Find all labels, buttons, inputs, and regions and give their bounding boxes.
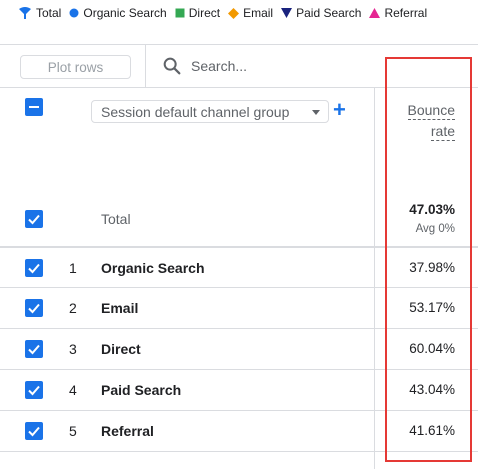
row-index: 3 bbox=[69, 341, 77, 357]
legend-label: Referral bbox=[384, 6, 428, 20]
toolbar-divider bbox=[145, 45, 146, 88]
legend-label: Total bbox=[36, 6, 62, 20]
row-channel-name[interactable]: Organic Search bbox=[101, 260, 205, 276]
chevron-down-icon bbox=[312, 110, 320, 115]
bounce-rate-highlight-box bbox=[385, 57, 472, 462]
row-index: 2 bbox=[69, 300, 77, 316]
triangle-down-icon bbox=[281, 8, 293, 18]
row-index: 5 bbox=[69, 423, 77, 439]
legend-label: Paid Search bbox=[296, 6, 362, 20]
legend-label: Email bbox=[243, 6, 274, 20]
legend-item-paid-search[interactable]: Paid Search bbox=[281, 6, 361, 20]
row-checkbox[interactable] bbox=[25, 299, 43, 317]
legend-item-email[interactable]: Email bbox=[228, 6, 273, 20]
legend-item-referral[interactable]: Referral bbox=[369, 6, 427, 20]
row-checkbox[interactable] bbox=[25, 340, 43, 358]
checkmark-icon bbox=[28, 263, 40, 274]
total-label: Total bbox=[101, 211, 131, 227]
checkmark-icon bbox=[28, 426, 40, 437]
dimension-dropdown-label: Session default channel group bbox=[101, 103, 290, 120]
row-channel-name[interactable]: Email bbox=[101, 300, 138, 316]
row-channel-name[interactable]: Direct bbox=[101, 341, 141, 357]
checkmark-icon bbox=[28, 344, 40, 355]
row-channel-name[interactable]: Referral bbox=[101, 423, 154, 439]
triangle-up-icon bbox=[369, 8, 381, 18]
diamond-icon bbox=[228, 7, 240, 19]
search-icon bbox=[163, 57, 181, 75]
circle-icon bbox=[69, 8, 79, 18]
checkmark-icon bbox=[28, 303, 40, 314]
row-index: 1 bbox=[69, 260, 77, 276]
legend-label: Direct bbox=[188, 6, 221, 20]
plot-rows-button[interactable]: Plot rows bbox=[20, 55, 131, 79]
square-icon bbox=[175, 8, 185, 18]
row-index: 4 bbox=[69, 382, 77, 398]
checkmark-icon bbox=[28, 385, 40, 396]
checkmark-icon bbox=[28, 214, 40, 225]
chart-legend: Total Organic Search Direct Email Paid S… bbox=[0, 0, 478, 26]
row-checkbox[interactable] bbox=[25, 422, 43, 440]
total-checkbox[interactable] bbox=[25, 210, 43, 228]
row-checkbox[interactable] bbox=[25, 381, 43, 399]
legend-item-total[interactable]: Total bbox=[18, 6, 61, 20]
total-marker-icon bbox=[19, 7, 31, 19]
select-all-checkbox[interactable] bbox=[25, 98, 43, 116]
search-input[interactable] bbox=[191, 55, 371, 77]
dimension-dropdown[interactable]: Session default channel group bbox=[91, 100, 329, 123]
legend-item-organic-search[interactable]: Organic Search bbox=[69, 6, 167, 20]
legend-item-direct[interactable]: Direct bbox=[175, 6, 220, 20]
add-dimension-icon[interactable]: + bbox=[333, 99, 346, 121]
row-checkbox[interactable] bbox=[25, 259, 43, 277]
row-channel-name[interactable]: Paid Search bbox=[101, 382, 181, 398]
legend-label: Organic Search bbox=[83, 6, 167, 20]
